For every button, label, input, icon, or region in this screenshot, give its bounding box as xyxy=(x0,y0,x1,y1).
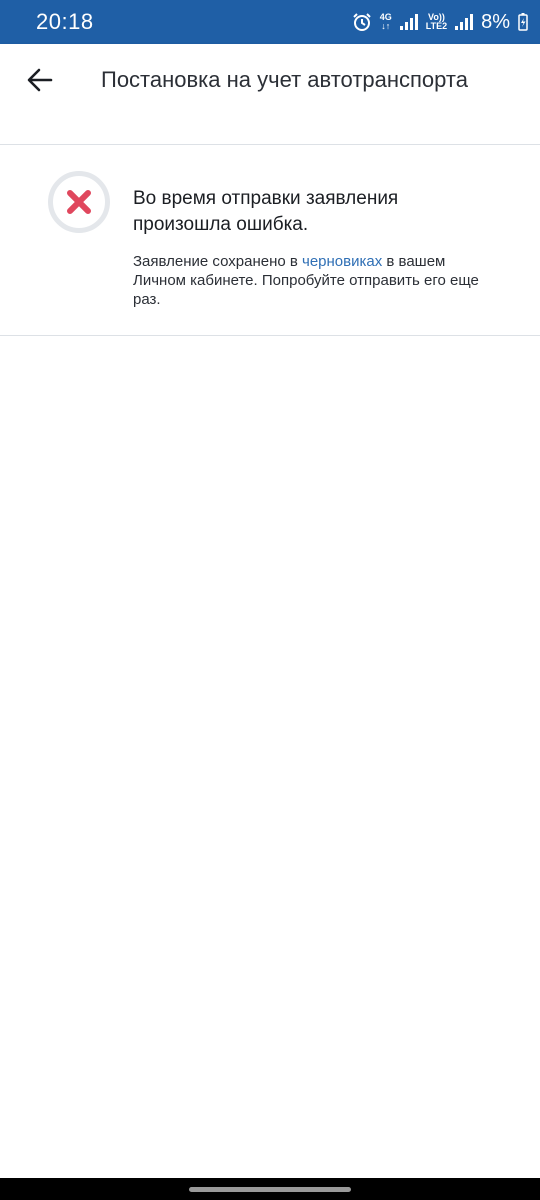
home-indicator[interactable] xyxy=(189,1187,351,1192)
page-title: Постановка на учет автотранспорта xyxy=(101,67,468,92)
status-bar: 20:18 4G ↓↑ Vo)) LTE2 8% xyxy=(0,0,540,44)
error-description: Заявление сохранено в черновиках в вашем… xyxy=(133,253,479,308)
back-button[interactable] xyxy=(0,44,80,116)
header-divider xyxy=(0,116,540,145)
status-time: 20:18 xyxy=(36,9,94,34)
alarm-icon xyxy=(353,13,371,31)
battery-charging-icon xyxy=(518,13,528,31)
status-icons: 4G ↓↑ Vo)) LTE2 8% xyxy=(352,11,528,34)
app-bar: Постановка на учет автотранспорта xyxy=(0,44,540,116)
battery-level: 8% xyxy=(481,10,510,33)
signal-icon xyxy=(455,14,474,30)
arrow-left-icon xyxy=(27,68,53,92)
error-title: Во время отправки заявления произошла ош… xyxy=(133,188,399,235)
volte-indicator: Vo)) LTE2 xyxy=(425,12,448,31)
error-x-icon xyxy=(48,171,110,233)
network-4g: 4G ↓↑ xyxy=(379,12,392,31)
data-arrows-icon: ↓↑ xyxy=(381,21,391,31)
signal-icon xyxy=(399,14,418,30)
drafts-link[interactable]: черновиках xyxy=(302,253,382,270)
system-nav-bar xyxy=(0,1178,540,1200)
error-message-card: Во время отправки заявления произошла ош… xyxy=(0,146,540,336)
